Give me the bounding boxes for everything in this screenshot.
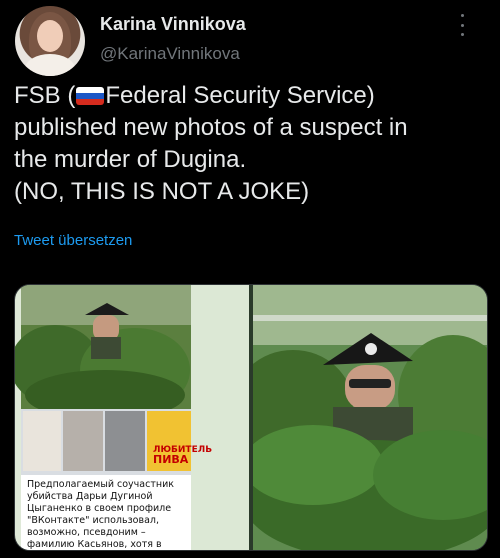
author-name[interactable]: Karina Vinnikova: [100, 14, 246, 35]
more-options-icon[interactable]: [452, 14, 472, 36]
tweet-line-3: the murder of Dugina.: [14, 146, 247, 173]
media-caption: Предполагаемый соучастник убийства Дарьи…: [21, 475, 191, 550]
author-handle[interactable]: @KarinaVinnikova: [100, 44, 240, 64]
tweet-line-1: FSB ( Federal Security Service): [14, 80, 494, 112]
tweet-line-1-prefix: FSB (: [14, 82, 76, 109]
media-photo-right[interactable]: [233, 285, 487, 550]
media-photo-left[interactable]: ЛЮБИТЕЛЬ ПИВА Предполагаемый соучастник …: [15, 285, 249, 550]
tweet-line-2: published new photos of a suspect in: [14, 114, 408, 141]
tweet-text: FSB ( Federal Security Service) published…: [14, 80, 494, 208]
translate-tweet-link[interactable]: Tweet übersetzen: [14, 232, 132, 249]
photo-right-image: [233, 285, 487, 550]
tweet-media[interactable]: ЛЮБИТЕЛЬ ПИВА Предполагаемый соучастник …: [14, 284, 488, 551]
avatar-shoulder: [25, 54, 75, 76]
tweet-line-1-suffix: Federal Security Service): [105, 82, 375, 109]
avatar-face: [37, 20, 63, 52]
avatar[interactable]: [15, 6, 85, 76]
beer-sign: ЛЮБИТЕЛЬ ПИВА: [153, 445, 212, 466]
tweet-line-4: (NO, THIS IS NOT A JOKE): [14, 178, 310, 205]
beer-sign-line-2: ПИВА: [153, 453, 189, 466]
russia-flag-icon: [76, 87, 105, 105]
